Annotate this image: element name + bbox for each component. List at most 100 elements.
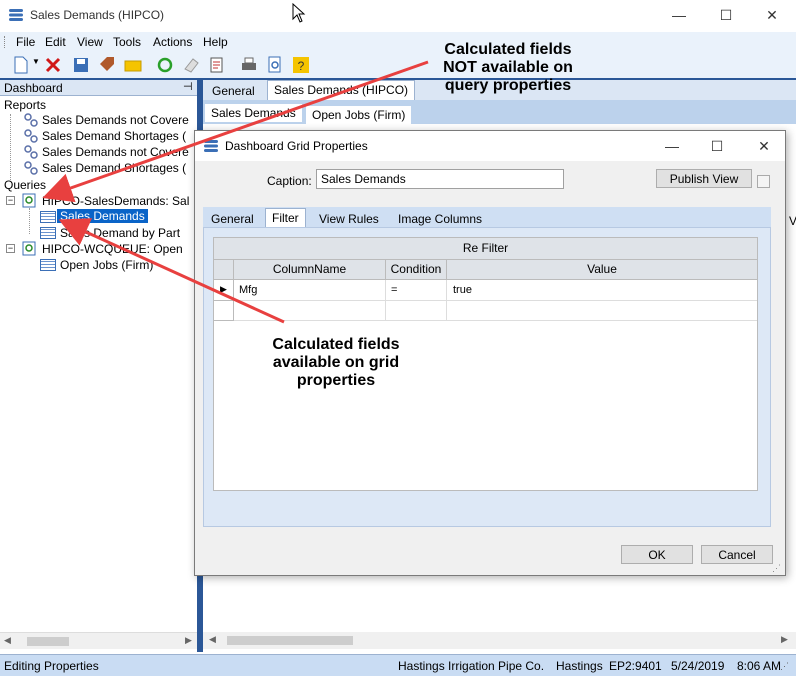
delete-icon[interactable] <box>44 56 62 74</box>
clipped-column-text: Va <box>789 214 796 228</box>
tree-grid-item-selected[interactable]: Sales Demands <box>57 209 148 223</box>
row-indicator[interactable]: ▶ <box>214 280 234 301</box>
status-city: Hastings <box>556 659 603 673</box>
new-row-cell[interactable] <box>386 301 447 321</box>
dialog-maximize-button[interactable]: ☐ <box>702 137 732 155</box>
tree-report-item[interactable]: Sales Demands not Covere <box>42 145 189 159</box>
folder-icon[interactable] <box>124 56 142 74</box>
grid-view-icon <box>40 259 56 271</box>
menu-actions[interactable]: Actions <box>153 35 192 49</box>
refresh-icon[interactable] <box>156 56 174 74</box>
dialog-tab-view-rules[interactable]: View Rules <box>313 210 385 228</box>
new-row-cell[interactable] <box>234 301 386 321</box>
window-title: Sales Demands (HIPCO) <box>30 8 165 22</box>
tree-query-item[interactable]: HIPCO-SalesDemands: Sal <box>42 194 189 208</box>
tree-grid-item[interactable]: Open Jobs (Firm) <box>60 258 153 272</box>
tree-collapse-toggle[interactable]: − <box>6 244 15 253</box>
close-button[interactable]: ✕ <box>757 6 787 24</box>
new-row-cell[interactable] <box>447 301 757 321</box>
annotation-not-available: Calculated fields NOT available on query… <box>408 41 608 95</box>
scroll-right-icon[interactable]: ▶ <box>185 635 192 646</box>
edit-properties-icon[interactable] <box>208 56 226 74</box>
caption-label: Caption: <box>267 174 312 188</box>
menu-edit[interactable]: Edit <box>45 35 66 49</box>
tag-icon[interactable] <box>98 56 116 74</box>
tree-collapse-toggle[interactable]: − <box>6 196 15 205</box>
dialog-tab-filter[interactable]: Filter <box>265 208 306 227</box>
tab-sales-demands[interactable]: Sales Demands <box>205 104 302 122</box>
tab-open-jobs[interactable]: Open Jobs (Firm) <box>306 106 412 124</box>
row-header-corner <box>214 260 234 280</box>
help-icon[interactable]: ? <box>292 56 310 74</box>
caption-input[interactable]: Sales Demands <box>316 169 564 189</box>
print-preview-icon[interactable] <box>266 56 284 74</box>
dashboard-title: Dashboard <box>4 81 63 95</box>
annotation-line: Calculated fields <box>272 336 400 353</box>
tree-reports-header[interactable]: Reports <box>4 98 46 112</box>
grid-view-icon <box>40 211 56 223</box>
status-date: 5/24/2019 <box>671 659 725 673</box>
report-link-icon <box>24 113 38 127</box>
cancel-button[interactable]: Cancel <box>701 545 773 564</box>
main-titlebar: Sales Demands (HIPCO) — ☐ ✕ <box>0 0 796 30</box>
publish-checkbox[interactable] <box>757 175 770 188</box>
eraser-icon[interactable] <box>182 56 200 74</box>
scroll-left-icon[interactable]: ◀ <box>209 634 216 645</box>
annotation-line: NOT available on <box>443 59 573 76</box>
ok-button[interactable]: OK <box>621 545 693 564</box>
tree-queries-header[interactable]: Queries <box>4 178 46 192</box>
grid-horizontal-scrollbar[interactable]: ◀ ▶ <box>203 632 796 649</box>
tree-horizontal-scrollbar[interactable]: ◀ ▶ <box>0 632 197 649</box>
menu-view[interactable]: View <box>77 35 103 49</box>
scrollbar-thumb[interactable] <box>227 636 353 645</box>
cell-condition[interactable]: = <box>386 280 447 301</box>
save-icon[interactable] <box>72 56 90 74</box>
scroll-left-icon[interactable]: ◀ <box>4 635 11 646</box>
mouse-cursor-icon <box>292 3 306 23</box>
annotation-line: available on grid <box>272 354 400 371</box>
scroll-right-icon[interactable]: ▶ <box>781 634 788 645</box>
current-row-arrow-icon: ▶ <box>220 284 227 294</box>
menu-file[interactable]: File <box>16 35 35 49</box>
dialog-close-button[interactable]: ✕ <box>749 137 779 155</box>
column-header-columnname[interactable]: ColumnName <box>234 260 386 280</box>
tab-sales-demands-hipco[interactable]: Sales Demands (HIPCO) <box>267 80 416 100</box>
dialog-tab-image-columns[interactable]: Image Columns <box>392 210 488 228</box>
scrollbar-thumb[interactable] <box>27 637 69 646</box>
column-header-condition[interactable]: Condition <box>386 260 447 280</box>
resize-grip-icon[interactable]: ⋰ <box>780 661 789 672</box>
dialog-tab-general[interactable]: General <box>205 210 260 228</box>
tree-connector <box>29 208 39 234</box>
tree-grid-item[interactable]: Sales Demand by Part <box>60 226 180 240</box>
status-server: EP2:9401 <box>609 659 662 673</box>
dialog-resize-grip-icon[interactable]: ⋰ <box>772 563 781 574</box>
maximize-button[interactable]: ☐ <box>711 6 741 24</box>
dialog-minimize-button[interactable]: — <box>657 137 687 155</box>
cell-value[interactable]: true <box>447 280 757 301</box>
print-icon[interactable] <box>240 56 258 74</box>
cell-columnname[interactable]: Mfg <box>234 280 386 301</box>
tree-report-item[interactable]: Sales Demands not Covere <box>42 113 189 127</box>
app-logo-icon <box>9 9 23 21</box>
minimize-button[interactable]: — <box>664 6 694 24</box>
tree-report-item[interactable]: Sales Demand Shortages ( <box>42 129 186 143</box>
annotation-line: Calculated fields <box>444 41 572 58</box>
tab-general[interactable]: General <box>206 82 261 100</box>
report-link-icon <box>24 161 38 175</box>
pin-icon[interactable]: ⊣ <box>183 80 193 93</box>
menu-help[interactable]: Help <box>203 35 228 49</box>
new-row-indicator[interactable] <box>214 301 234 321</box>
publish-view-button[interactable]: Publish View <box>656 169 752 188</box>
annotation-line: query properties <box>444 77 572 94</box>
dashboard-panel-header: Dashboard ⊣ <box>0 80 197 96</box>
tree-query-item[interactable]: HIPCO-WCQUEUE: Open <box>42 242 183 256</box>
menu-tools[interactable]: Tools <box>113 35 141 49</box>
dialog-tabs: General Filter View Rules Image Columns <box>203 207 771 227</box>
grid-view-icon <box>40 227 56 239</box>
new-dropdown-chevron-icon[interactable]: ▼ <box>32 57 40 66</box>
new-document-icon[interactable] <box>12 56 30 74</box>
column-header-value[interactable]: Value <box>447 260 757 280</box>
tree-report-item[interactable]: Sales Demand Shortages ( <box>42 161 186 175</box>
annotation-line: properties <box>296 372 376 389</box>
report-link-icon <box>24 129 38 143</box>
